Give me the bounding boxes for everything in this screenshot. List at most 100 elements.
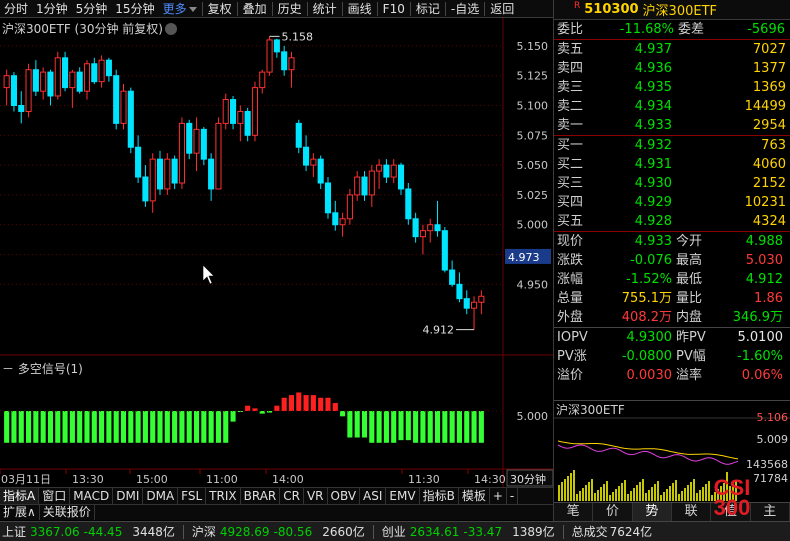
indicator-tab[interactable]: MACD	[70, 488, 114, 504]
signal-bar	[296, 392, 302, 411]
indicator-tab[interactable]: -	[507, 488, 519, 504]
kline-chart[interactable]: 5.1505.1255.1005.0755.0505.0255.0004.975…	[0, 18, 553, 488]
stat-label: 外盘	[557, 310, 584, 325]
stat-value: -1.52%	[626, 272, 672, 287]
hs-index-value: 4928.69	[219, 524, 270, 539]
ask-price: 4.933	[634, 118, 672, 133]
period-label[interactable]: 30分钟	[510, 472, 546, 486]
ask-price: 4.934	[634, 99, 672, 114]
bid-row[interactable]: 买一 4.932 763	[554, 136, 790, 155]
bid-row[interactable]: 买三 4.930 2152	[554, 174, 790, 193]
indicator-tab[interactable]: TRIX	[206, 488, 241, 504]
mini-volume-bar	[690, 482, 692, 501]
tab-5min[interactable]: 5分钟	[72, 0, 112, 18]
sh-index-label[interactable]: 上证	[2, 523, 26, 540]
stat-label: 最高	[676, 253, 703, 268]
bid-book: 买一 4.932 763 买二 4.931 4060 买三 4.930 2152 买四 4.929 1…	[554, 136, 790, 231]
y-tick-label: 5.025	[517, 189, 549, 202]
stock-header[interactable]: R 510300 沪深300ETF	[554, 0, 790, 20]
bid-row[interactable]: 买五 4.928 4324	[554, 212, 790, 231]
indicator-tab[interactable]: 窗口	[39, 488, 71, 504]
tab-timeshare[interactable]: 分时	[0, 0, 32, 18]
tab-1min[interactable]: 1分钟	[32, 0, 72, 18]
mini-volume-bar	[627, 494, 629, 501]
indicator-tab[interactable]: DMA	[143, 488, 179, 504]
signal-bar	[4, 411, 10, 443]
chart-title-text: 沪深300ETF (30分钟 前复权)	[2, 22, 163, 36]
restore-rights-button[interactable]: 复权	[204, 0, 236, 18]
indicator-tab[interactable]: VR	[304, 488, 328, 504]
mini-volume-bar	[615, 489, 617, 501]
cy-index-label[interactable]: 创业	[382, 523, 406, 540]
signal-bar	[398, 411, 404, 441]
indicator-tab[interactable]: 模板	[459, 488, 490, 504]
detail-tab[interactable]: 价	[593, 503, 633, 521]
draw-line-button[interactable]: 画线	[344, 0, 376, 18]
indicator-tab[interactable]: +	[490, 488, 507, 504]
stat-label: 量比	[676, 291, 703, 306]
x-tick-label: 14:00	[272, 473, 304, 486]
indicator-tab[interactable]: ASI	[360, 488, 387, 504]
stat-label: 总量	[557, 291, 584, 306]
more-periods-button[interactable]: 更多	[159, 0, 201, 18]
indicator-tab[interactable]: CR	[280, 488, 304, 504]
history-button[interactable]: 历史	[274, 0, 306, 18]
stat-value: 5.030	[745, 253, 783, 268]
f10-button[interactable]: F10	[379, 0, 409, 18]
ask-row[interactable]: 卖三 4.935 1369	[554, 78, 790, 97]
ask-row[interactable]: 卖五 4.937 7027	[554, 40, 790, 59]
chart-area[interactable]: 5.1505.1255.1005.0755.0505.0255.0004.975…	[0, 18, 553, 488]
x-tick-label: 13:30	[72, 473, 104, 486]
candle-body	[383, 164, 390, 178]
mini-volume-bar	[558, 485, 560, 501]
tab-15min[interactable]: 15分钟	[111, 0, 158, 18]
x-tick-label: 11:00	[206, 473, 238, 486]
overlay-button[interactable]: 叠加	[239, 0, 271, 18]
x-tick-label: 15:00	[136, 473, 168, 486]
chart-options-icon[interactable]	[164, 23, 177, 35]
mini-volume-bar	[687, 485, 689, 501]
sh-index-amount: 3448亿	[132, 525, 175, 539]
sh-index-change: -44.45	[83, 524, 123, 539]
ask-level-label: 卖五	[557, 42, 584, 57]
stat-label: 内盘	[676, 310, 703, 325]
ask-row[interactable]: 卖一 4.933 2954	[554, 116, 790, 135]
y-tick-label: 5.125	[517, 70, 549, 83]
signal-bar	[91, 411, 97, 443]
detail-tab[interactable]: 笔	[554, 503, 594, 521]
cy-index-amount: 1389亿	[512, 525, 555, 539]
candle-body	[76, 71, 83, 92]
indicator-tab[interactable]: EMV	[386, 488, 420, 504]
remove-watchlist-button[interactable]: -自选	[447, 0, 483, 18]
mouse-cursor-icon	[202, 264, 215, 285]
candle-body	[419, 230, 426, 238]
bid-row[interactable]: 买二 4.931 4060	[554, 155, 790, 174]
bid-row[interactable]: 买四 4.929 10231	[554, 193, 790, 212]
indicator-title[interactable]: － 多空信号(1)	[2, 360, 83, 377]
candle-body	[332, 212, 339, 226]
detail-tab[interactable]: 势	[632, 503, 672, 521]
back-button[interactable]: 返回	[486, 0, 518, 18]
indicator-tab[interactable]: 指标B	[420, 488, 459, 504]
mini-volume-bar	[696, 493, 698, 501]
indicator-tab[interactable]: FSL	[178, 488, 207, 504]
candle-body	[193, 128, 200, 154]
ask-row[interactable]: 卖二 4.934 14499	[554, 97, 790, 116]
stat-value: 346.9万	[732, 310, 783, 325]
indicator-tab[interactable]: 指标A	[0, 488, 40, 504]
hs-index-label[interactable]: 沪深	[192, 523, 216, 540]
indicator-title-text: 多空信号(1)	[17, 362, 83, 376]
related-quotes-tab[interactable]: 关联报价	[40, 505, 95, 520]
indicator-tab[interactable]: BRAR	[241, 488, 281, 504]
expand-button[interactable]: 扩展∧	[0, 505, 40, 520]
signal-bar	[47, 411, 54, 443]
mark-button[interactable]: 标记	[412, 0, 444, 18]
statistics-button[interactable]: 统计	[309, 0, 341, 18]
indicator-tab[interactable]: DMI	[113, 488, 144, 504]
signal-bar	[179, 411, 185, 443]
indicator-tab[interactable]: OBV	[328, 488, 361, 504]
mini-volume-bar	[594, 493, 596, 501]
ask-row[interactable]: 卖四 4.936 1377	[554, 59, 790, 78]
candle-body	[470, 301, 478, 309]
hs-index-change: -80.56	[273, 524, 313, 539]
